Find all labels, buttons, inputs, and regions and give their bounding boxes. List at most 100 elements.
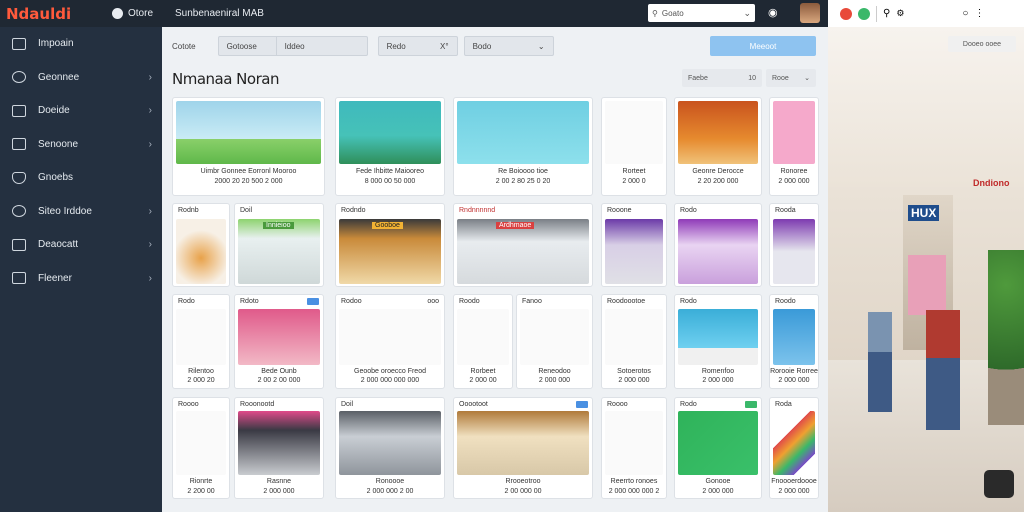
card-image (457, 411, 589, 475)
card[interactable]: Ooootoot Rrooeotroo 2 00 000 00 (453, 397, 593, 499)
card[interactable]: Rodo (674, 203, 762, 287)
card-image (678, 309, 758, 365)
sidebar-item-1[interactable]: Geonnee › (0, 61, 162, 95)
folder-icon (12, 238, 26, 251)
search-icon: ⚲ (652, 8, 658, 18)
card[interactable]: Re Boioooo tioe 2 00 2 80 25 0 20 (453, 97, 593, 196)
card[interactable]: Rodoo ooo Geoobe oroecco Freod 2 000 000… (335, 294, 445, 389)
extension-icon[interactable] (858, 7, 870, 20)
photo-menu-chip[interactable]: Dooeo ooee (948, 36, 1016, 52)
page-title: Nmanaa Noran (172, 70, 279, 88)
shield-icon (12, 171, 26, 184)
nav-stores[interactable]: Otore (112, 8, 153, 19)
card-image (339, 101, 441, 164)
sidebar-item-2[interactable]: Doeide › (0, 94, 162, 128)
close-icon[interactable] (840, 7, 852, 20)
columns-icon (12, 104, 26, 117)
card-image (238, 309, 320, 365)
location-pin-icon[interactable]: ◉ (768, 6, 778, 19)
card[interactable]: Ronoree 2 000 000 (769, 97, 819, 196)
card[interactable]: Rodo Romenfoo 2 000 000 (674, 294, 762, 389)
filter-chip-group[interactable]: Gotoose Iddeo (217, 36, 368, 56)
card-image (678, 411, 758, 475)
app-logo[interactable]: Ndauldi (0, 5, 100, 23)
sort-controls: Faebe 10 Rooe ⌄ (682, 69, 816, 87)
card[interactable]: Geonre Derocce 2 20 200 000 (674, 97, 762, 196)
person (868, 312, 892, 412)
card[interactable]: Doil Ronoooe 2 000 000 2 00 (335, 397, 445, 499)
card[interactable]: Rdoto Bede Ounb 2 00 2 00 000 (234, 294, 324, 389)
settings-icon[interactable]: ⚙ (896, 8, 904, 19)
sidebar-item-4[interactable]: Gnoebs (0, 161, 162, 195)
sidebar-item-6[interactable]: Deaocatt › (0, 228, 162, 262)
card-image (605, 411, 663, 475)
mall-photo: HUX Dndiono Dooeo ooee (828, 0, 1024, 512)
card[interactable]: Fede Ihbitte Maiooreo 8 000 00 50 000 (335, 97, 445, 196)
card-image (678, 219, 758, 284)
chevron-right-icon: › (148, 272, 152, 284)
status-badge (307, 298, 319, 305)
card[interactable]: Rodo Rilentoo 2 000 20 (172, 294, 230, 389)
plant (988, 250, 1024, 425)
more-icon[interactable]: ⋮ (974, 8, 984, 19)
home-icon (12, 37, 26, 50)
card[interactable]: Fanoo Reneodoo 2 000 000 (516, 294, 593, 389)
person (926, 310, 960, 430)
card[interactable]: Roooo Rionrte 2 200 00 (172, 397, 230, 499)
main-content: Cotote Gotoose Iddeo Redo X° Bodo ⌄ Meeoot… (162, 27, 828, 512)
sidebar-item-3[interactable]: Senoone › (0, 128, 162, 162)
app-icon[interactable] (984, 470, 1014, 498)
globe-icon (12, 205, 26, 218)
card-image (176, 101, 321, 164)
sort-order[interactable]: Rooe ⌄ (766, 69, 816, 87)
sidebar-item-0[interactable]: Impoain (0, 27, 162, 61)
avatar[interactable] (800, 3, 820, 23)
card[interactable]: Roda Fnoooerdoooe 2 000 000 (769, 397, 819, 499)
card-image (773, 219, 815, 284)
filter-label: Cotote (172, 41, 196, 51)
card[interactable]: Roodoootoe Sotoerotos 2 000 000 (601, 294, 667, 389)
filter-select[interactable]: Bodo ⌄ (463, 36, 554, 56)
bell-icon[interactable]: ○ (962, 8, 968, 19)
card-image (773, 101, 815, 164)
chevron-right-icon: › (148, 205, 152, 217)
card-image (176, 219, 226, 284)
sidebar-item-5[interactable]: Siteo Irddoe › (0, 195, 162, 229)
card[interactable]: Rodo Gonooe 2 000 000 (674, 397, 762, 499)
card[interactable]: Rorteet 2 000 0 (601, 97, 667, 196)
card[interactable]: Roodo Rorbeet 2 000 00 (453, 294, 513, 389)
store-sign-2: Dndiono (973, 178, 1010, 188)
card[interactable]: Rodndo Gooboe (335, 203, 445, 287)
sort-select[interactable]: Faebe 10 (682, 69, 762, 87)
card-image (457, 309, 509, 365)
card[interactable]: Rooda (769, 203, 819, 287)
sidebar-item-7[interactable]: Fleener › (0, 262, 162, 296)
compass-icon (12, 71, 26, 84)
card[interactable]: Rodnb (172, 203, 230, 287)
card[interactable]: Rooonootd Rasnne 2 000 000 (234, 397, 324, 499)
card-image (605, 101, 663, 164)
card[interactable]: Uimbr Gonnee Eorronl Mooroo 2000 20 20 5… (172, 97, 325, 196)
card-image (238, 411, 320, 475)
filter-icon (12, 272, 26, 285)
status-badge (745, 401, 757, 408)
card-image (605, 219, 663, 284)
store-sign: HUX (908, 205, 940, 221)
card[interactable]: Rooone (601, 203, 667, 287)
search-icon[interactable]: ⚲ (883, 8, 890, 19)
primary-action-button[interactable]: Meeoot (710, 36, 816, 56)
card-image (176, 309, 226, 365)
card-image (457, 101, 589, 164)
chevron-right-icon: › (148, 138, 152, 150)
search-input[interactable]: ⚲ Goato ⌄ (648, 4, 755, 22)
card[interactable]: Roooo Reerrto ronoes 2 000 000 000 2 (601, 397, 667, 499)
chevron-down-icon[interactable]: ⌄ (743, 8, 751, 19)
card-image (176, 411, 226, 475)
card[interactable]: Doil Innieioo (234, 203, 324, 287)
card[interactable]: Roodo Rorooie Rorree 2 000 000 (769, 294, 819, 389)
nav-title: Sunbenaeniral MAB (175, 8, 264, 19)
card-image (605, 309, 663, 365)
filter-chip-redo[interactable]: Redo X° (377, 36, 458, 56)
sidebar: Impoain Geonnee › Doeide › Senoone › Gnoebs… (0, 27, 162, 512)
card[interactable]: Rndnnnnnd Ardhmaoe (453, 203, 593, 287)
